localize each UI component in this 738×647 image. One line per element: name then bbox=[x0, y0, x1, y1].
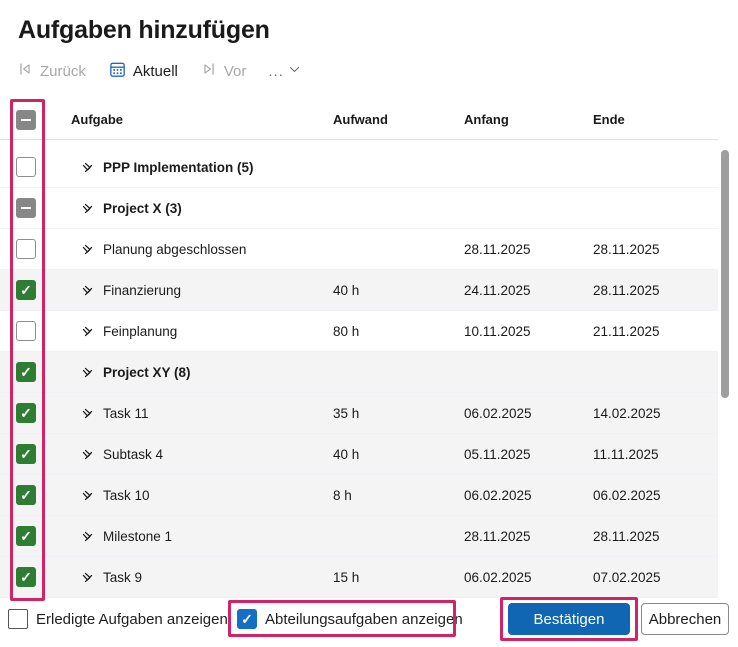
forward-button[interactable]: Vor bbox=[196, 58, 251, 84]
task-anfang: 24.11.2025 bbox=[464, 282, 531, 298]
chevron-down-icon bbox=[288, 63, 301, 80]
task-name: Finanzierung bbox=[103, 282, 182, 298]
row-checkbox[interactable]: ✓ bbox=[16, 567, 36, 587]
task-name: Planung abgeschlossen bbox=[103, 241, 247, 257]
row-checkbox[interactable] bbox=[16, 198, 36, 218]
column-header-ende[interactable]: Ende bbox=[593, 112, 718, 127]
task-anfang: 06.02.2025 bbox=[464, 569, 532, 585]
show-completed-label[interactable]: Erledigte Aufgaben anzeigen bbox=[36, 611, 228, 628]
row-checkbox[interactable]: ✓ bbox=[16, 444, 36, 464]
task-anfang: 06.02.2025 bbox=[464, 487, 532, 503]
row-checkbox[interactable]: ✓ bbox=[16, 526, 36, 546]
task-name: PPP Implementation (5) bbox=[103, 159, 254, 175]
column-header-anfang[interactable]: Anfang bbox=[464, 112, 593, 127]
chevron-down-icon[interactable] bbox=[80, 324, 94, 338]
column-header-aufwand[interactable]: Aufwand bbox=[333, 112, 464, 127]
forward-button-label: Vor bbox=[223, 62, 247, 80]
task-name: Task 11 bbox=[103, 405, 149, 421]
today-button[interactable]: Aktuell bbox=[104, 58, 182, 85]
task-aufwand: 8 h bbox=[333, 487, 352, 503]
previous-icon bbox=[16, 60, 34, 82]
table-row[interactable]: PPP Implementation (5) bbox=[0, 147, 718, 188]
task-aufwand: 40 h bbox=[333, 446, 360, 462]
select-all-checkbox[interactable] bbox=[16, 109, 36, 130]
row-checkbox[interactable] bbox=[16, 239, 36, 259]
task-anfang: 06.02.2025 bbox=[464, 405, 532, 421]
task-aufwand: 40 h bbox=[333, 282, 360, 298]
task-name: Subtask 4 bbox=[103, 446, 164, 462]
task-name: Task 9 bbox=[103, 569, 143, 585]
row-checkbox[interactable]: ✓ bbox=[16, 403, 36, 423]
overflow-menu-button[interactable]: ... bbox=[264, 61, 305, 82]
task-aufwand: 35 h bbox=[333, 405, 360, 421]
task-ende: 07.02.2025 bbox=[593, 569, 661, 585]
chevron-down-icon[interactable] bbox=[80, 488, 94, 502]
row-checkbox[interactable] bbox=[16, 321, 36, 341]
table-row[interactable]: ✓ Milestone 1 28.11.2025 28.11.2025 bbox=[0, 516, 718, 557]
today-button-label: Aktuell bbox=[132, 62, 178, 80]
task-name: Milestone 1 bbox=[103, 528, 173, 544]
back-button-label: Zurück bbox=[40, 62, 86, 80]
row-checkbox[interactable]: ✓ bbox=[16, 280, 36, 300]
table-row[interactable]: ✓ Task 9 15 h 06.02.2025 07.02.2025 bbox=[0, 557, 718, 598]
task-name: Project XY (8) bbox=[103, 364, 191, 380]
confirm-button[interactable]: Bestätigen bbox=[508, 603, 630, 635]
chevron-down-icon[interactable] bbox=[80, 242, 94, 256]
chevron-down-icon[interactable] bbox=[80, 365, 94, 379]
row-checkbox[interactable]: ✓ bbox=[16, 485, 36, 505]
table-row[interactable]: ✓ Task 10 8 h 06.02.2025 06.02.2025 bbox=[0, 475, 718, 516]
toolbar: Zurück Aktuell Vor ... bbox=[12, 58, 305, 84]
chevron-down-icon[interactable] bbox=[80, 570, 94, 584]
task-ende: 28.11.2025 bbox=[593, 528, 660, 544]
table-body: PPP Implementation (5) Project X (3) Pla… bbox=[0, 147, 718, 598]
show-department-checkbox[interactable]: ✓ bbox=[237, 609, 257, 629]
ellipsis-icon: ... bbox=[268, 62, 284, 80]
row-checkbox[interactable] bbox=[16, 157, 36, 177]
chevron-down-icon[interactable] bbox=[80, 160, 94, 174]
show-department-label[interactable]: Abteilungsaufgaben anzeigen bbox=[265, 611, 463, 628]
task-name: Feinplanung bbox=[103, 323, 178, 339]
column-header-aufgabe[interactable]: Aufgabe bbox=[56, 112, 333, 127]
chevron-down-icon[interactable] bbox=[80, 201, 94, 215]
task-ende: 21.11.2025 bbox=[593, 323, 660, 339]
back-button[interactable]: Zurück bbox=[12, 58, 90, 84]
task-anfang: 28.11.2025 bbox=[464, 528, 531, 544]
vertical-scrollbar bbox=[720, 147, 731, 600]
chevron-down-icon[interactable] bbox=[80, 529, 94, 543]
show-completed-checkbox[interactable] bbox=[8, 609, 28, 629]
table-row[interactable]: ✓ Finanzierung 40 h 24.11.2025 28.11.202… bbox=[0, 270, 718, 311]
task-ende: 14.02.2025 bbox=[593, 405, 661, 421]
task-name: Project X (3) bbox=[103, 200, 182, 216]
page-title: Aufgaben hinzufügen bbox=[18, 16, 270, 44]
next-icon bbox=[200, 60, 218, 82]
table-row[interactable]: Project X (3) bbox=[0, 188, 718, 229]
calendar-icon bbox=[108, 60, 127, 83]
task-anfang: 28.11.2025 bbox=[464, 241, 531, 257]
task-ende: 06.02.2025 bbox=[593, 487, 661, 503]
task-aufwand: 80 h bbox=[333, 323, 360, 339]
task-aufwand: 15 h bbox=[333, 569, 360, 585]
task-anfang: 10.11.2025 bbox=[464, 323, 531, 339]
cancel-button[interactable]: Abbrechen bbox=[641, 603, 729, 635]
task-name: Task 10 bbox=[103, 487, 150, 503]
task-ende: 28.11.2025 bbox=[593, 241, 660, 257]
table-header: Aufgabe Aufwand Anfang Ende bbox=[0, 100, 718, 140]
add-tasks-dialog: Aufgaben hinzufügen Zurück Aktuell Vor .… bbox=[0, 0, 738, 647]
chevron-down-icon[interactable] bbox=[80, 406, 94, 420]
task-anfang: 05.11.2025 bbox=[464, 446, 531, 462]
table-row[interactable]: ✓ Task 11 35 h 06.02.2025 14.02.2025 bbox=[0, 393, 718, 434]
scrollbar-thumb[interactable] bbox=[721, 150, 729, 398]
table-row[interactable]: Feinplanung 80 h 10.11.2025 21.11.2025 bbox=[0, 311, 718, 352]
task-ende: 28.11.2025 bbox=[593, 282, 660, 298]
table-row[interactable]: ✓ Subtask 4 40 h 05.11.2025 11.11.2025 bbox=[0, 434, 718, 475]
task-ende: 11.11.2025 bbox=[593, 446, 659, 462]
chevron-down-icon[interactable] bbox=[80, 447, 94, 461]
chevron-down-icon[interactable] bbox=[80, 283, 94, 297]
table-row[interactable]: Planung abgeschlossen 28.11.2025 28.11.2… bbox=[0, 229, 718, 270]
table-row[interactable]: ✓ Project XY (8) bbox=[0, 352, 718, 393]
row-checkbox[interactable]: ✓ bbox=[16, 362, 36, 382]
